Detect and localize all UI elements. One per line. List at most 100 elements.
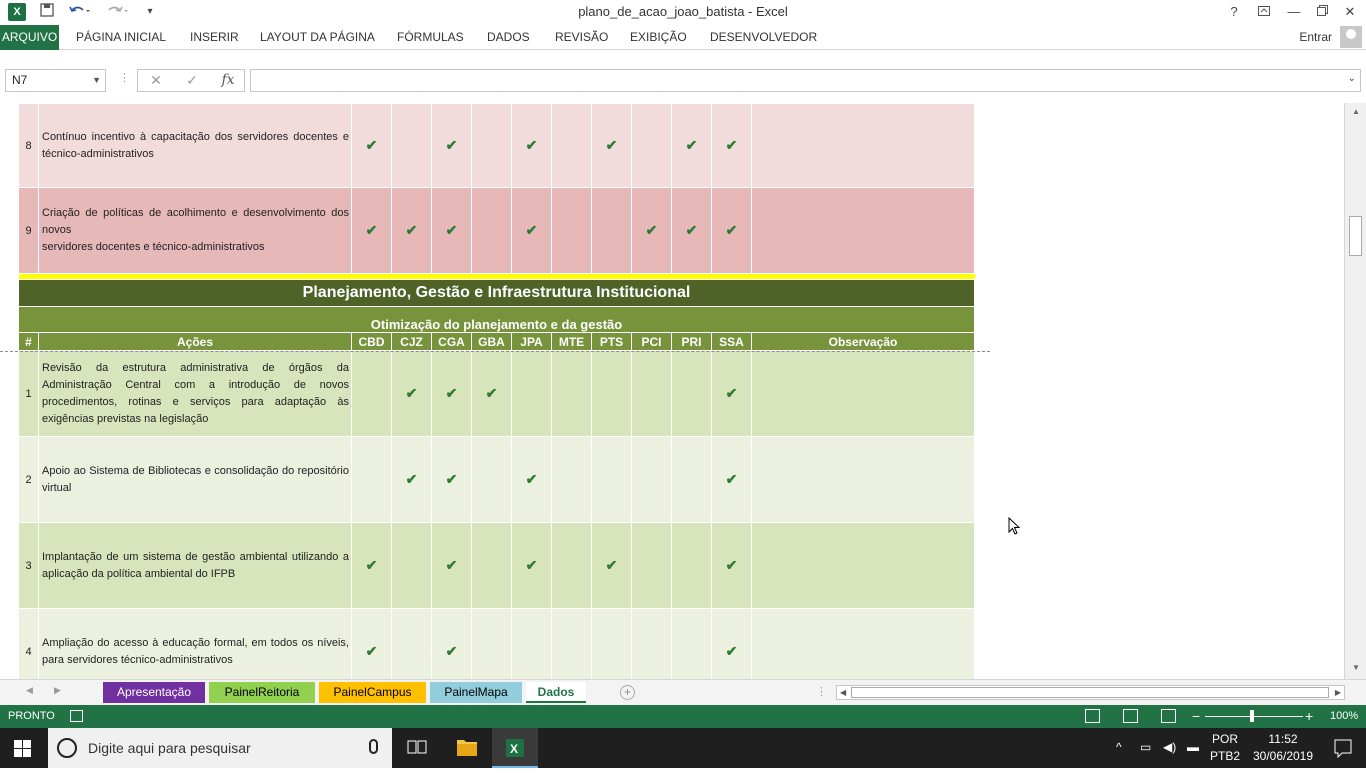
cancel-entry-icon[interactable]: ✕ [142, 69, 170, 92]
campus-cell-ssa[interactable]: ✔ [711, 187, 752, 274]
campus-cell-jpa[interactable]: ✔ [511, 436, 552, 523]
row-number[interactable]: 4 [18, 608, 39, 679]
campus-cell-ssa[interactable]: ✔ [711, 608, 752, 679]
undo-icon[interactable] [66, 2, 94, 22]
horizontal-scrollbar[interactable]: ◀ ▶ [836, 685, 1345, 700]
campus-cell-cga[interactable]: ✔ [431, 103, 472, 188]
tab-insert[interactable]: INSERIR [190, 25, 239, 50]
header-cga[interactable]: CGA [431, 332, 472, 351]
campus-cell-pci[interactable]: ✔ [631, 187, 672, 274]
notes-cell[interactable] [751, 187, 975, 274]
campus-cell-cbd[interactable]: ✔ [351, 103, 392, 188]
campus-cell-ssa[interactable]: ✔ [711, 436, 752, 523]
campus-cell-cbd[interactable] [351, 436, 392, 523]
campus-cell-mte[interactable] [551, 522, 592, 609]
action-cell[interactable]: Revisão da estrutura administrativa de ó… [38, 350, 352, 437]
action-cell[interactable]: Criação de políticas de acolhimento e de… [38, 187, 352, 274]
campus-cell-cbd[interactable] [351, 350, 392, 437]
header-notes[interactable]: Observação [751, 332, 975, 351]
header-gba[interactable]: GBA [471, 332, 512, 351]
confirm-entry-icon[interactable]: ✓ [178, 69, 206, 92]
notifications-icon[interactable] [1320, 728, 1366, 768]
notes-cell[interactable] [751, 608, 975, 679]
campus-cell-pts[interactable] [591, 187, 632, 274]
campus-cell-gba[interactable] [471, 103, 512, 188]
campus-cell-pts[interactable]: ✔ [591, 522, 632, 609]
input-language[interactable]: POR PTB2 [1210, 731, 1240, 765]
tab-splitter-icon[interactable]: ⋮ [816, 685, 827, 698]
campus-cell-pci[interactable] [631, 522, 672, 609]
row-number[interactable]: 1 [18, 350, 39, 437]
campus-cell-mte[interactable] [551, 103, 592, 188]
page-break-preview-icon[interactable] [1161, 709, 1176, 723]
campus-cell-cbd[interactable]: ✔ [351, 187, 392, 274]
campus-cell-cjz[interactable]: ✔ [391, 187, 432, 274]
header-actions[interactable]: Ações [38, 332, 352, 351]
tab-home[interactable]: PÁGINA INICIAL [76, 25, 166, 50]
file-explorer-icon[interactable] [444, 728, 490, 768]
scroll-up-icon[interactable]: ▲ [1350, 107, 1362, 119]
zoom-in-icon[interactable]: + [1305, 708, 1313, 724]
ribbon-display-options-icon[interactable] [1250, 0, 1278, 25]
campus-cell-gba[interactable] [471, 522, 512, 609]
campus-cell-gba[interactable] [471, 187, 512, 274]
expand-formula-bar-icon[interactable]: ⌄ [1348, 73, 1356, 84]
campus-cell-pci[interactable] [631, 436, 672, 523]
insert-function-button[interactable]: fx [214, 69, 242, 92]
header-jpa[interactable]: JPA [511, 332, 552, 351]
campus-cell-mte[interactable] [551, 436, 592, 523]
action-cell[interactable]: Apoio ao Sistema de Bibliotecas e consol… [38, 436, 352, 523]
notes-cell[interactable] [751, 522, 975, 609]
action-cell[interactable]: Ampliação do acesso à educação formal, e… [38, 608, 352, 679]
vertical-scrollbar[interactable]: ▲ ▼ [1344, 103, 1366, 679]
network-icon[interactable]: ▭ [1140, 740, 1151, 754]
subsection-title[interactable]: Otimização do planejamento e da gestão [18, 306, 975, 333]
campus-cell-pri[interactable]: ✔ [671, 103, 712, 188]
normal-view-icon[interactable] [1085, 709, 1100, 723]
campus-cell-mte[interactable] [551, 350, 592, 437]
name-box[interactable]: N7 ▼ [5, 69, 106, 92]
section-title[interactable]: Planejamento, Gestão e Infraestrutura In… [18, 279, 975, 307]
tab-page-layout[interactable]: LAYOUT DA PÁGINA [260, 25, 375, 50]
campus-cell-pts[interactable] [591, 608, 632, 679]
campus-cell-pci[interactable] [631, 350, 672, 437]
tab-file[interactable]: ARQUIVO [0, 25, 59, 50]
campus-cell-jpa[interactable]: ✔ [511, 522, 552, 609]
worksheet[interactable]: 8 Contínuo incentivo à capacitação dos se… [0, 103, 1344, 679]
campus-cell-pri[interactable] [671, 436, 712, 523]
windows-start-icon[interactable] [14, 740, 31, 757]
campus-cell-cga[interactable]: ✔ [431, 436, 472, 523]
action-cell[interactable]: Contínuo incentivo à capacitação dos ser… [38, 103, 352, 188]
row-number[interactable]: 8 [18, 103, 39, 188]
zoom-slider[interactable] [1205, 716, 1303, 717]
campus-cell-pts[interactable] [591, 350, 632, 437]
campus-cell-mte[interactable] [551, 187, 592, 274]
row-number[interactable]: 9 [18, 187, 39, 274]
tab-review[interactable]: REVISÃO [555, 25, 608, 50]
sheet-tab-painel-mapa[interactable]: PainelMapa [430, 682, 522, 703]
campus-cell-cga[interactable]: ✔ [431, 350, 472, 437]
next-sheet-icon[interactable]: ▶ [54, 685, 61, 696]
header-pri[interactable]: PRI [671, 332, 712, 351]
sign-in-link[interactable]: Entrar [1299, 25, 1332, 50]
tab-developer[interactable]: DESENVOLVEDOR [710, 25, 817, 50]
campus-cell-cjz[interactable] [391, 522, 432, 609]
help-button[interactable]: ? [1220, 0, 1248, 25]
campus-cell-jpa[interactable] [511, 608, 552, 679]
campus-cell-pri[interactable] [671, 350, 712, 437]
header-mte[interactable]: MTE [551, 332, 592, 351]
taskbar-search[interactable]: Digite aqui para pesquisar [48, 728, 392, 768]
sheet-tab-painel-reitoria[interactable]: PainelReitoria [209, 682, 315, 703]
header-ssa[interactable]: SSA [711, 332, 752, 351]
campus-cell-ssa[interactable]: ✔ [711, 103, 752, 188]
notes-cell[interactable] [751, 436, 975, 523]
tab-data[interactable]: DADOS [487, 25, 530, 50]
campus-cell-cbd[interactable]: ✔ [351, 522, 392, 609]
tab-view[interactable]: EXIBIÇÃO [630, 25, 687, 50]
header-number[interactable]: # [18, 332, 39, 351]
name-box-dropdown-icon[interactable]: ▼ [92, 70, 101, 91]
customize-quick-access-icon[interactable]: ▾ [142, 2, 158, 22]
campus-cell-cga[interactable]: ✔ [431, 608, 472, 679]
taskbar-clock[interactable]: 11:52 30/06/2019 [1250, 731, 1316, 765]
campus-cell-cga[interactable]: ✔ [431, 522, 472, 609]
